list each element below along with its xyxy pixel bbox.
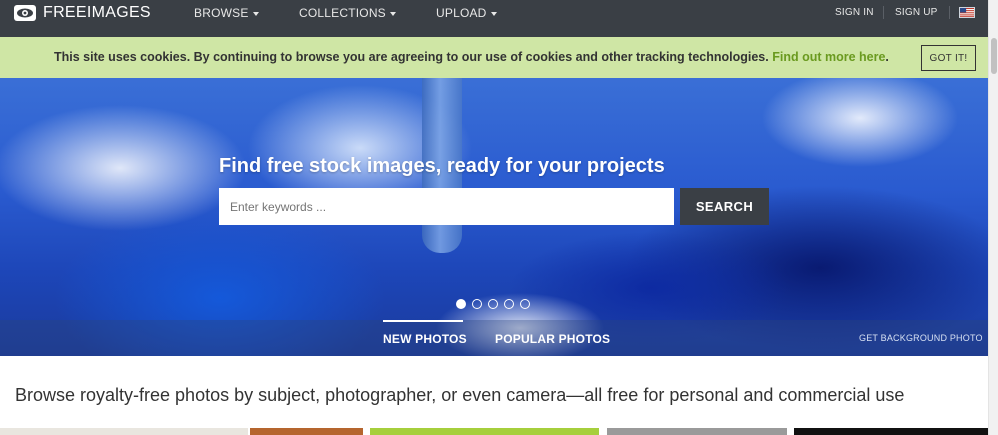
tab-popular-photos[interactable]: POPULAR PHOTOS — [495, 332, 610, 346]
page: FREEIMAGES BROWSE COLLECTIONS UPLOAD SIG… — [0, 0, 998, 435]
nav-divider — [883, 6, 884, 19]
nav-collections[interactable]: COLLECTIONS — [299, 6, 396, 20]
browse-tagline: Browse royalty-free photos by subject, p… — [15, 385, 905, 405]
nav-collections-label: COLLECTIONS — [299, 6, 386, 20]
slider-dot-2[interactable] — [472, 299, 482, 309]
scrollbar-thumb[interactable] — [991, 38, 997, 74]
cookie-find-out-more-link[interactable]: Find out more here — [772, 50, 885, 64]
nav-divider — [949, 6, 950, 19]
page-scrollbar[interactable] — [988, 0, 998, 435]
cookie-banner: This site uses cookies. By continuing to… — [0, 37, 988, 78]
nav-upload-label: UPLOAD — [436, 6, 487, 20]
sign-in-link[interactable]: SIGN IN — [835, 7, 874, 18]
active-tab-indicator — [383, 320, 463, 322]
nav-upload[interactable]: UPLOAD — [436, 6, 497, 20]
cookie-period: . — [885, 50, 889, 64]
cookie-message: This site uses cookies. By continuing to… — [54, 50, 889, 64]
camera-eye-icon — [14, 5, 36, 21]
us-flag-icon[interactable] — [959, 7, 975, 18]
search-button[interactable]: SEARCH — [680, 188, 769, 225]
get-background-photo-link[interactable]: GET BACKGROUND PHOTO — [859, 333, 983, 343]
slider-dot-3[interactable] — [488, 299, 498, 309]
logo[interactable]: FREEIMAGES — [13, 2, 151, 24]
hero-banner: Find free stock images, ready for your p… — [0, 78, 988, 356]
photo-thumbnail[interactable] — [794, 428, 988, 435]
caret-down-icon — [490, 11, 497, 16]
hero-title: Find free stock images, ready for your p… — [219, 155, 665, 177]
slider-dot-4[interactable] — [504, 299, 514, 309]
nav-browse-label: BROWSE — [194, 6, 249, 20]
cookie-text: This site uses cookies. By continuing to… — [54, 50, 769, 64]
photo-thumbnail[interactable] — [370, 428, 599, 435]
got-it-button[interactable]: GOT IT! — [921, 45, 976, 71]
top-nav: FREEIMAGES BROWSE COLLECTIONS UPLOAD SIG… — [0, 0, 988, 37]
photo-thumbnail[interactable] — [607, 428, 787, 435]
slider-dots — [456, 299, 530, 309]
search-input[interactable] — [219, 188, 674, 225]
photo-thumbnail[interactable] — [250, 428, 363, 435]
sign-up-link[interactable]: SIGN UP — [895, 7, 938, 18]
caret-down-icon — [252, 11, 259, 16]
photo-tabs: NEW PHOTOS POPULAR PHOTOS GET BACKGROUND… — [0, 320, 988, 356]
photo-grid — [0, 428, 988, 435]
logo-text: FREEIMAGES — [43, 4, 151, 21]
nav-browse[interactable]: BROWSE — [194, 6, 259, 20]
tab-new-photos[interactable]: NEW PHOTOS — [383, 332, 467, 346]
slider-dot-1[interactable] — [456, 299, 466, 309]
slider-dot-5[interactable] — [520, 299, 530, 309]
caret-down-icon — [389, 11, 396, 16]
photo-thumbnail[interactable] — [0, 428, 248, 435]
